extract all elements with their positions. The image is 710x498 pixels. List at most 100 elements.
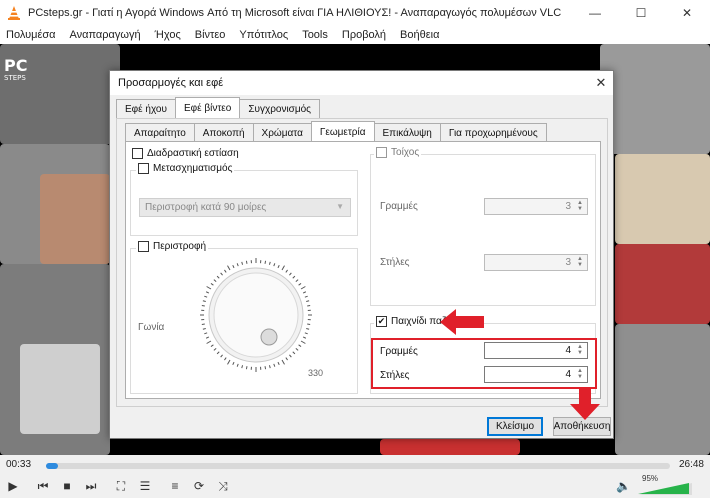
fullscreen-icon[interactable]: ⛶	[110, 476, 132, 496]
wall-checkbox[interactable]: Τοίχος	[374, 147, 422, 158]
menu-media[interactable]: Πολυμέσα	[6, 29, 56, 41]
dial-tick	[298, 283, 302, 286]
dial-tick	[292, 351, 296, 355]
dial-tick	[241, 365, 244, 369]
player-controls: 00:33 26:48 ▶ ⏮ ■ ⏭ ⛶ ☰ ≡ ⟳ ⤨ 🔈 95%	[0, 455, 710, 498]
wall-rows-spinbox[interactable]: 3 ▲ ▼	[484, 198, 588, 215]
loop-icon[interactable]: ⟳	[188, 476, 210, 496]
window-title: PCsteps.gr - Γιατί η Αγορά Windows Από τ…	[28, 7, 562, 19]
video-puzzle-piece	[615, 154, 710, 244]
menu-video[interactable]: Βίντεο	[195, 29, 226, 41]
shuffle-icon[interactable]: ⤨	[212, 476, 234, 496]
dial-tick	[292, 275, 296, 279]
tab-colors[interactable]: Χρώματα	[252, 123, 312, 142]
speaker-icon[interactable]: 🔈	[616, 479, 631, 493]
dial-tick	[302, 291, 307, 294]
annotation-highlight-box	[371, 338, 597, 389]
dial-tick	[227, 265, 231, 271]
dial-tick	[285, 269, 288, 273]
rotate-box[interactable]	[138, 241, 149, 252]
dial-tick	[201, 323, 205, 326]
dial-tick	[300, 340, 306, 344]
interactive-zoom-box[interactable]	[132, 148, 143, 159]
transform-box[interactable]	[138, 163, 149, 174]
adjustments-effects-dialog: Προσαρμογές και εφέ ✕ Εφέ ήχου Εφέ βίντε…	[109, 70, 614, 439]
dial-tick	[202, 300, 206, 303]
tab-overlay[interactable]: Επικάλυψη	[373, 123, 441, 142]
spin-arrows-icon[interactable]: ▲ ▼	[575, 200, 585, 212]
rotate-checkbox[interactable]: Περιστροφή	[136, 241, 209, 252]
dial-tick	[216, 351, 220, 355]
dial-tick	[289, 354, 292, 358]
dial-tick	[307, 323, 311, 326]
dial-tick	[227, 359, 231, 365]
wall-cols-label: Στήλες	[380, 257, 410, 268]
menu-view[interactable]: Προβολή	[342, 29, 386, 41]
transform-select[interactable]: Περιστροφή κατά 90 μοίρες ▼	[139, 198, 351, 217]
menu-audio[interactable]: Ήχος	[155, 29, 181, 41]
dial-tick	[281, 265, 285, 271]
dial-tick	[232, 361, 235, 366]
next-icon[interactable]: ⏭	[80, 476, 102, 496]
tab-essential[interactable]: Απαραίτητο	[125, 123, 195, 142]
dial-tick	[304, 332, 308, 335]
dialog-title: Προσαρμογές και εφέ	[110, 71, 613, 95]
interactive-zoom-checkbox[interactable]: Διαδραστική εστίαση	[130, 148, 241, 159]
total-time: 26:48	[678, 459, 704, 470]
maximize-button[interactable]: ☐	[618, 0, 664, 26]
close-window-button[interactable]: ✕	[664, 0, 710, 26]
playlist-icon[interactable]: ≡	[164, 476, 186, 496]
tab-audio-effects[interactable]: Εφέ ήχου	[116, 99, 176, 118]
dial-tick	[213, 348, 217, 351]
dial-tick	[277, 361, 280, 366]
elapsed-time: 00:33	[6, 459, 32, 470]
dial-tick	[302, 336, 307, 339]
dial-tick	[295, 348, 299, 351]
dial-tick	[213, 279, 217, 282]
extended-settings-icon[interactable]: ☰	[134, 476, 156, 496]
dial-tick	[281, 359, 285, 365]
video-puzzle-piece	[40, 174, 110, 264]
transform-select-value: Περιστροφή κατά 90 μοίρες	[145, 202, 267, 213]
previous-icon[interactable]: ⏮	[32, 476, 54, 496]
dial-tick	[236, 363, 239, 367]
dial-knob[interactable]	[260, 328, 278, 346]
wall-box[interactable]	[376, 147, 387, 158]
menu-help[interactable]: Βοήθεια	[400, 29, 439, 41]
wall-cols-spinbox[interactable]: 3 ▲ ▼	[484, 254, 588, 271]
video-puzzle-piece	[615, 244, 710, 324]
dialog-close-icon[interactable]: ✕	[591, 73, 611, 93]
pcsteps-logo: PC STEPS	[4, 56, 28, 83]
menu-playback[interactable]: Αναπαραγωγή	[70, 29, 141, 41]
dial-tick	[298, 344, 302, 347]
volume-control[interactable]: 🔈 95%	[616, 474, 696, 495]
dial-tick	[220, 272, 223, 276]
dial-tick	[241, 261, 244, 265]
tab-synchronization[interactable]: Συγχρονισμός	[239, 99, 320, 118]
close-button[interactable]: Κλείσιμο	[487, 417, 543, 436]
tab-video-effects[interactable]: Εφέ βίντεο	[174, 97, 241, 118]
seek-bar[interactable]	[46, 463, 670, 469]
tab-advanced[interactable]: Για προχωρημένους	[439, 123, 547, 142]
dial-tick	[273, 263, 276, 267]
stop-icon[interactable]: ■	[56, 476, 78, 496]
transform-checkbox[interactable]: Μετασχηματισμός	[136, 163, 235, 174]
dial-tick	[268, 261, 271, 265]
volume-fill	[638, 483, 689, 494]
minimize-button[interactable]: —	[572, 0, 618, 26]
spin-arrows-icon[interactable]: ▲ ▼	[575, 256, 585, 268]
dial-tick	[245, 366, 248, 370]
rotation-dial[interactable]	[200, 255, 312, 375]
tab-geometry[interactable]: Γεωμετρία	[310, 121, 375, 142]
puzzle-box[interactable]: ✔	[376, 316, 387, 327]
dial-tick	[277, 264, 280, 269]
dial-tick	[202, 327, 206, 330]
vlc-cone-icon	[8, 6, 20, 20]
menu-subtitle[interactable]: Υπότιτλος	[239, 29, 288, 41]
title-bar: PCsteps.gr - Γιατί η Αγορά Windows Από τ…	[0, 0, 710, 26]
tab-crop[interactable]: Αποκοπή	[193, 123, 254, 142]
play-icon[interactable]: ▶	[2, 476, 24, 496]
main-tabs: Εφέ ήχου Εφέ βίντεο Συγχρονισμός	[116, 97, 320, 118]
menu-tools[interactable]: Tools	[302, 29, 328, 41]
dial-tick	[220, 354, 223, 358]
